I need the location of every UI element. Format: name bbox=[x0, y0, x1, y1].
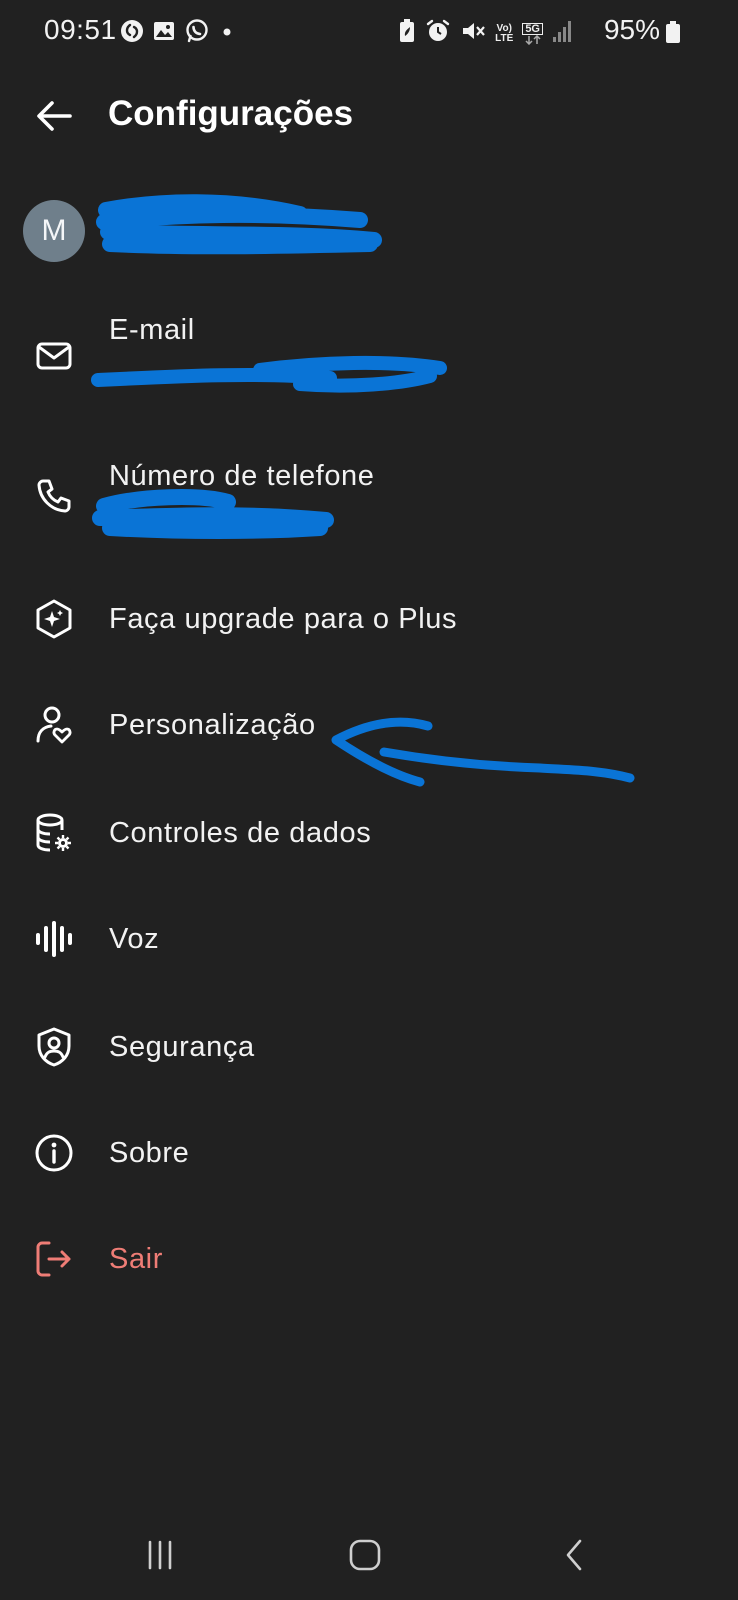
recents-button[interactable] bbox=[130, 1530, 190, 1580]
email-row[interactable]: E-mail bbox=[0, 300, 738, 410]
alarm-icon bbox=[425, 18, 451, 49]
about-row[interactable]: Sobre bbox=[0, 1110, 738, 1196]
signal-icon bbox=[552, 18, 574, 49]
phone-icon bbox=[32, 474, 76, 518]
security-row[interactable]: Segurança bbox=[0, 1004, 738, 1090]
security-label: Segurança bbox=[109, 1031, 255, 1063]
back-nav-icon bbox=[566, 1539, 582, 1571]
shield-user-icon bbox=[32, 1025, 76, 1069]
page-title: Configurações bbox=[108, 94, 354, 133]
gallery-icon bbox=[152, 19, 176, 48]
dot-icon bbox=[218, 19, 236, 48]
account-row[interactable]: M bbox=[0, 190, 738, 274]
email-label: E-mail bbox=[109, 314, 195, 346]
database-gear-icon bbox=[32, 811, 76, 855]
mail-icon bbox=[32, 334, 76, 378]
volte-top-label: Vo) bbox=[496, 22, 512, 34]
5g-icon: 5G bbox=[522, 22, 543, 45]
whatsapp-icon bbox=[184, 18, 210, 49]
back-button[interactable] bbox=[28, 90, 80, 142]
phone-label: Número de telefone bbox=[109, 460, 375, 492]
header: Configurações bbox=[0, 76, 738, 156]
voice-waveform-icon bbox=[32, 917, 76, 961]
mute-icon bbox=[460, 18, 486, 49]
upgrade-label: Faça upgrade para o Plus bbox=[109, 603, 458, 635]
logout-icon bbox=[32, 1237, 76, 1281]
logout-label: Sair bbox=[109, 1243, 163, 1275]
avatar: M bbox=[23, 200, 85, 262]
status-time: 09:51 bbox=[44, 14, 117, 45]
navigation-bar bbox=[0, 1520, 738, 1590]
volte-icon: Vo) LTE bbox=[495, 22, 514, 44]
data-controls-label: Controles de dados bbox=[109, 817, 372, 849]
voice-row[interactable]: Voz bbox=[0, 896, 738, 982]
battery-icon bbox=[666, 21, 680, 48]
status-bar: 09:51 Vo) LTE 5G 95% bbox=[0, 0, 738, 64]
personalization-row[interactable]: Personalização bbox=[0, 682, 738, 768]
recents-icon bbox=[148, 1540, 172, 1570]
data-controls-row[interactable]: Controles de dados bbox=[0, 790, 738, 876]
logout-row[interactable]: Sair bbox=[0, 1216, 738, 1302]
arrow-left-icon bbox=[37, 101, 72, 131]
volte-bottom-label: LTE bbox=[495, 32, 514, 44]
status-left-icons bbox=[120, 18, 236, 49]
5g-label: 5G bbox=[522, 22, 543, 35]
back-nav-button[interactable] bbox=[545, 1530, 605, 1580]
upgrade-row[interactable]: Faça upgrade para o Plus bbox=[0, 576, 738, 662]
sparkle-hexagon-icon bbox=[32, 597, 76, 641]
personalization-label: Personalização bbox=[109, 709, 316, 741]
battery-saver-icon bbox=[398, 18, 416, 49]
info-icon bbox=[32, 1131, 76, 1175]
person-heart-icon bbox=[32, 703, 76, 747]
voice-label: Voz bbox=[109, 923, 160, 955]
phone-row[interactable]: Número de telefone bbox=[0, 440, 738, 550]
about-label: Sobre bbox=[109, 1137, 190, 1169]
battery-percent: 95% bbox=[603, 14, 660, 45]
home-icon bbox=[349, 1539, 381, 1571]
status-right-icons: Vo) LTE 5G bbox=[398, 18, 574, 49]
shazam-icon bbox=[120, 19, 144, 48]
home-button[interactable] bbox=[335, 1530, 395, 1580]
